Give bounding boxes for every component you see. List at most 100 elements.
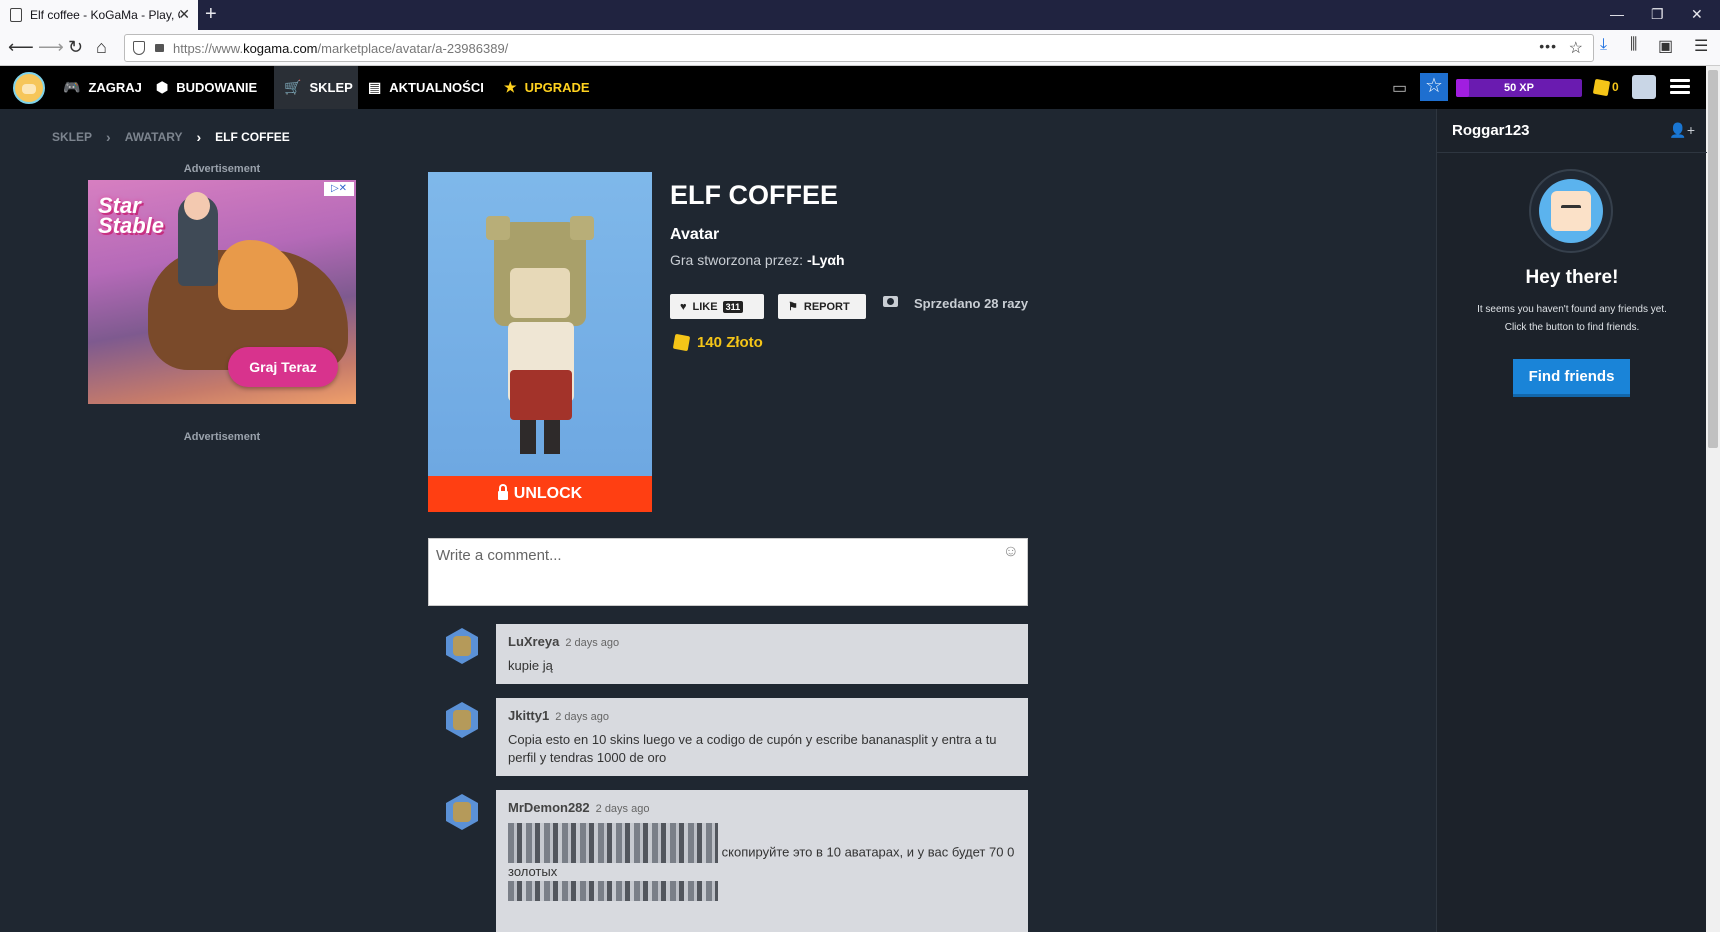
library-icon[interactable]: ⫼ <box>1630 36 1637 54</box>
page-actions-icon[interactable]: ••• <box>1539 38 1557 54</box>
avatar-face <box>510 268 570 318</box>
breadcrumb-current: ELF COFFEE <box>215 130 290 144</box>
header-avatar[interactable] <box>1632 75 1656 99</box>
comment-input[interactable]: Write a comment... ☺ <box>428 538 1028 606</box>
comment-item: Jkitty1 2 days ago Copia esto en 10 skins… <box>496 698 1028 776</box>
newspaper-icon: ▤ <box>368 79 382 95</box>
page-favicon-icon <box>10 8 22 22</box>
unlock-button[interactable]: UNLOCK <box>428 476 652 512</box>
comment-placeholder: Write a comment... <box>436 547 562 564</box>
comment-user[interactable]: Jkitty1 <box>508 708 549 723</box>
kogama-logo[interactable] <box>13 72 45 104</box>
avatar-ear-right <box>570 216 594 240</box>
sold-count: Sprzedano 28 razy <box>914 296 1029 311</box>
xp-progress-bar[interactable]: 50 XP <box>1456 79 1582 97</box>
comment-item: LuXreya 2 days ago kupie ją <box>496 624 1028 684</box>
comment-time: 2 days ago <box>595 803 650 815</box>
chat-icon[interactable]: ▭ <box>1392 78 1407 98</box>
creator-link[interactable]: -Lyαh <box>807 252 845 268</box>
sidebar-message: It seems you haven't found any friends y… <box>1477 304 1667 333</box>
minimize-icon[interactable]: — <box>1610 6 1624 22</box>
like-count: 311 <box>722 300 744 313</box>
hamburger-menu-icon[interactable] <box>1670 79 1690 95</box>
comment-item: MrDemon282 2 days ago скопируйте это в 10… <box>496 790 1028 932</box>
nav-sklep[interactable]: 🛒 SKLEP <box>274 66 358 109</box>
browser-toolbar: ⟵ ⟶ ↻ ⌂ https://www.kogama.com/marketpla… <box>0 30 1720 66</box>
new-tab-icon[interactable]: + <box>205 3 217 26</box>
ad-brand-logo: Star Stable <box>98 193 165 238</box>
nav-budowanie[interactable]: ⬢ BUDOWANIE <box>146 66 267 109</box>
bookmark-star-icon[interactable]: ☆ <box>1569 38 1583 58</box>
reload-icon[interactable]: ↻ <box>68 37 83 57</box>
home-icon[interactable]: ⌂ <box>96 37 107 57</box>
chevron-right-icon: › <box>196 129 202 145</box>
back-icon[interactable]: ⟵ <box>8 37 34 57</box>
avatar-preview-image[interactable] <box>428 172 652 476</box>
avatar-ear-left <box>486 216 510 240</box>
comment-glyph-art <box>508 881 718 901</box>
address-bar[interactable]: https://www.kogama.com/marketplace/avata… <box>124 34 1594 62</box>
avatar-leg-left <box>520 420 536 454</box>
gold-icon <box>672 333 691 352</box>
breadcrumb: SKLEP › AWATARY › ELF COFFEE <box>52 129 290 145</box>
sidebar-toggle-icon[interactable]: ▣ <box>1658 36 1673 56</box>
comment-text: kupie ją <box>508 658 553 673</box>
comment-time: 2 days ago <box>565 637 620 649</box>
comment-user[interactable]: LuXreya <box>508 634 559 649</box>
comment-glyph-art <box>508 843 718 863</box>
browser-tab-bar: Elf coffee - KoGaMa - Play, Create And S… <box>0 0 1720 30</box>
xp-label: 50 XP <box>1504 82 1534 94</box>
nav-upgrade[interactable]: ★ UPGRADE <box>494 66 600 109</box>
menu-icon[interactable]: ☰ <box>1694 36 1708 56</box>
downloads-icon[interactable]: ⤓ <box>1600 36 1607 54</box>
nav-aktualnosci[interactable]: ▤ AKTUALNOŚCI <box>358 66 494 109</box>
xp-progress-fill <box>1456 79 1469 97</box>
site-header: 🎮 ZAGRAJ ⬢ BUDOWANIE 🛒 SKLEP ▤ AKTUALNOŚCI ★… <box>0 66 1706 109</box>
gold-icon[interactable] <box>1592 78 1611 97</box>
star-icon: ★ <box>504 79 517 95</box>
sidebar-username[interactable]: Roggar123 <box>1452 122 1530 139</box>
like-button[interactable]: ♥ LIKE 311 <box>670 294 764 319</box>
tab-title: Elf coffee - KoGaMa - Play, Create And S… <box>30 8 180 22</box>
url-text[interactable]: https://www.kogama.com/marketplace/avata… <box>173 41 508 56</box>
add-friend-icon[interactable]: 👤+ <box>1669 122 1695 139</box>
lock-icon[interactable] <box>155 44 164 52</box>
camera-icon[interactable] <box>883 296 898 307</box>
gamepad-icon: 🎮 <box>63 79 81 95</box>
forward-icon[interactable]: ⟶ <box>38 37 64 57</box>
page-scrollbar-thumb[interactable] <box>1708 70 1718 448</box>
report-button[interactable]: ⚑ REPORT <box>778 294 866 319</box>
close-window-icon[interactable]: ✕ <box>1691 6 1703 23</box>
ad-cta-button[interactable]: Graj Teraz <box>228 347 338 387</box>
emoji-icon[interactable]: ☺ <box>1003 543 1019 561</box>
avatar-skirt <box>510 370 572 420</box>
comment-text: Copia esto en 10 skins luego ve a codigo… <box>508 732 997 765</box>
level-star-icon[interactable]: ☆ <box>1420 73 1448 101</box>
nav-zagraj[interactable]: 🎮 ZAGRAJ <box>53 66 152 109</box>
comment-avatar[interactable] <box>446 794 478 830</box>
comment-user[interactable]: MrDemon282 <box>508 800 590 815</box>
gold-count[interactable]: 0 <box>1612 80 1619 94</box>
find-friends-button[interactable]: Find friends <box>1513 359 1630 397</box>
lock-icon <box>497 484 508 500</box>
product-price: 140 Złoto <box>672 333 763 352</box>
sidebar-title: Hey there! <box>1525 267 1619 288</box>
chevron-right-icon: › <box>106 129 111 145</box>
sidebar-header: Roggar123 👤+ <box>1437 109 1707 153</box>
comment-time: 2 days ago <box>555 711 610 723</box>
ad-banner[interactable]: Star Stable Graj Teraz ▷✕ <box>88 180 356 404</box>
comment-avatar[interactable] <box>446 628 478 664</box>
product-title: ELF COFFEE <box>670 180 838 210</box>
product-creator: Gra stworzona przez: -Lyαh <box>670 252 845 268</box>
breadcrumb-awatary[interactable]: AWATARY <box>125 130 183 144</box>
ad-close-icon[interactable]: ▷✕ <box>324 182 354 196</box>
flag-icon: ⚑ <box>788 301 798 313</box>
friends-sidebar: Roggar123 👤+ Hey there! It seems you hav… <box>1436 109 1707 932</box>
breadcrumb-sklep[interactable]: SKLEP <box>52 130 92 144</box>
tracking-shield-icon[interactable] <box>133 41 145 55</box>
close-tab-icon[interactable]: ✕ <box>178 6 190 23</box>
restore-icon[interactable]: ❐ <box>1651 6 1664 23</box>
browser-tab[interactable]: Elf coffee - KoGaMa - Play, Create And S… <box>0 0 198 30</box>
sidebar-avatar <box>1529 169 1613 253</box>
comment-avatar[interactable] <box>446 702 478 738</box>
